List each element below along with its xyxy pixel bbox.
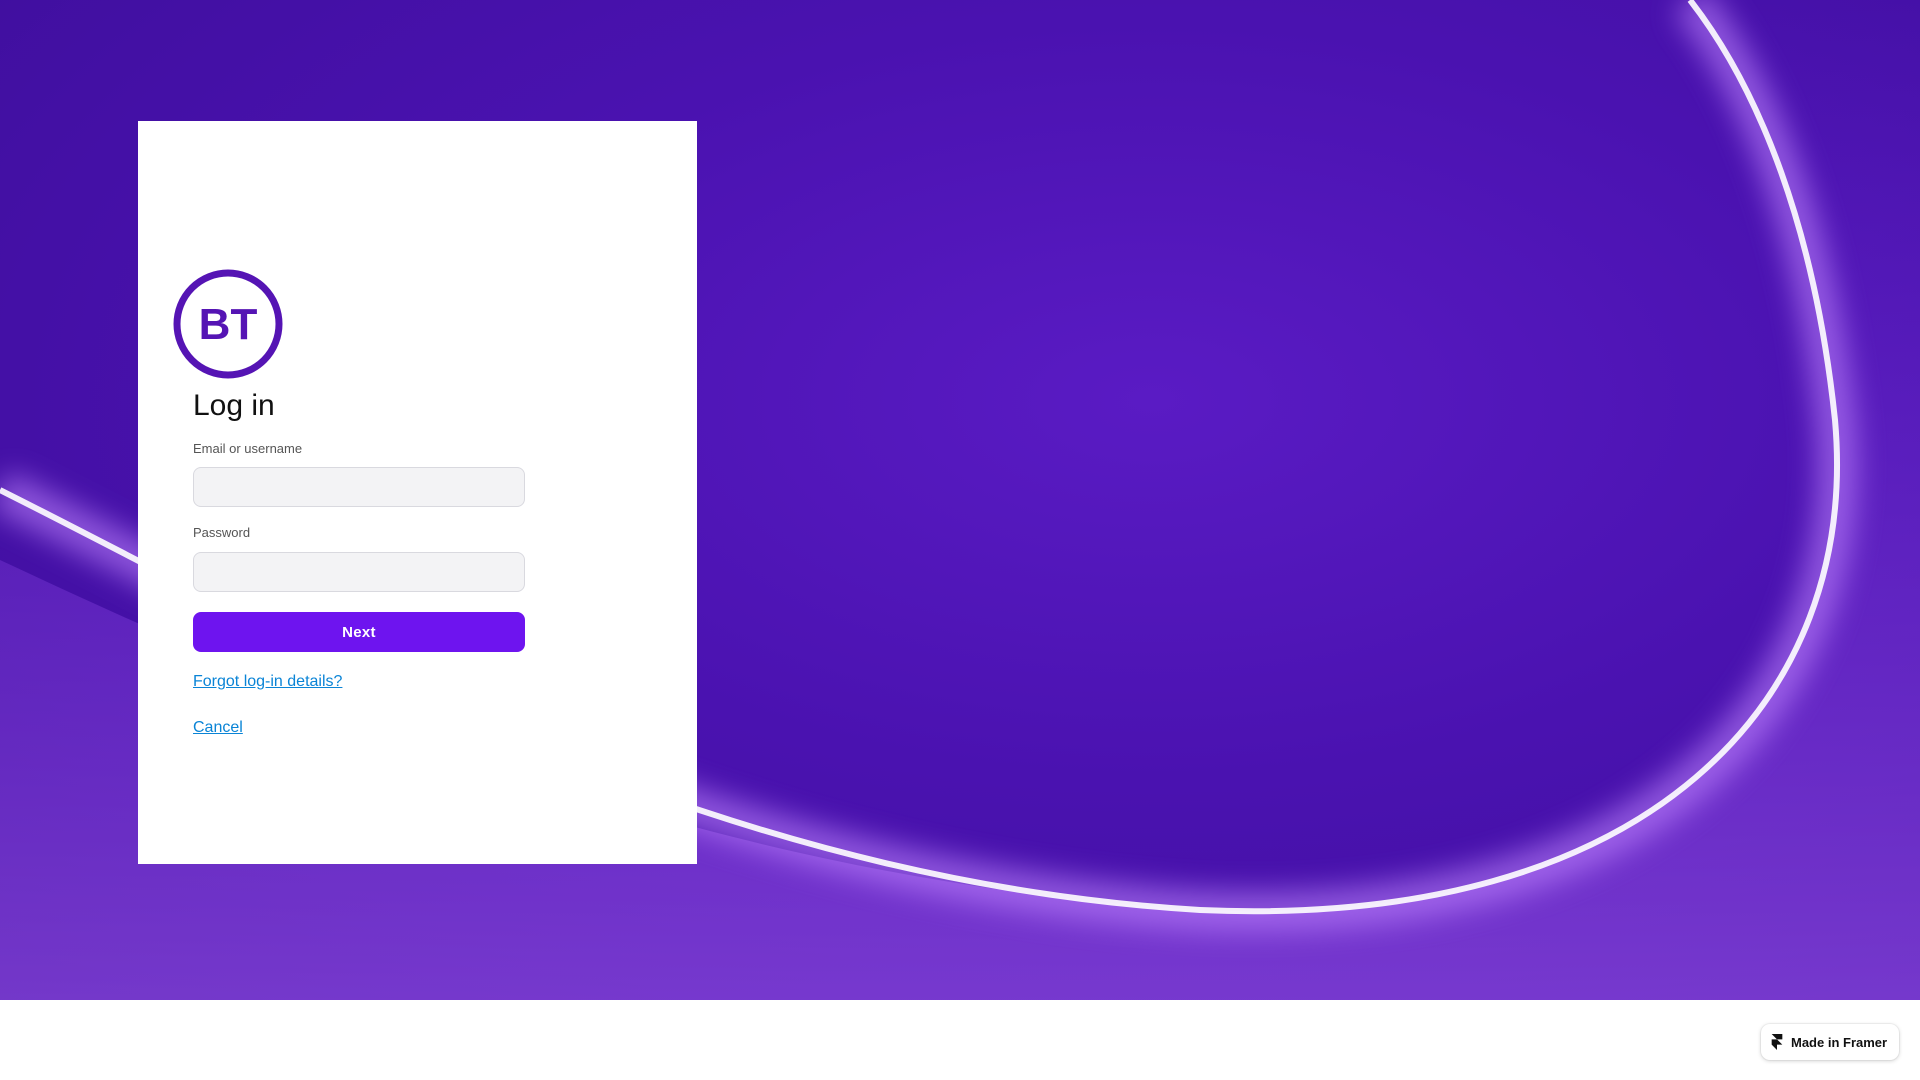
badge-label: Made in Framer bbox=[1791, 1034, 1888, 1050]
email-field[interactable] bbox=[193, 467, 525, 507]
password-label: Password bbox=[193, 525, 251, 540]
forgot-login-link[interactable]: Forgot log-in details? bbox=[193, 673, 342, 691]
cancel-link[interactable]: Cancel bbox=[193, 719, 243, 737]
made-in-framer-badge[interactable]: Made in Framer bbox=[1761, 1024, 1899, 1060]
bt-logo-text: BT bbox=[199, 300, 258, 349]
page-title: Log in bbox=[193, 389, 275, 422]
bt-logo: BT bbox=[173, 269, 283, 379]
email-label: Email or username bbox=[193, 441, 303, 456]
framer-icon bbox=[1771, 1034, 1783, 1050]
next-button[interactable]: Next bbox=[193, 612, 525, 652]
login-card: BT Log in Email or username Password Nex… bbox=[138, 121, 697, 864]
password-field[interactable] bbox=[193, 552, 525, 592]
